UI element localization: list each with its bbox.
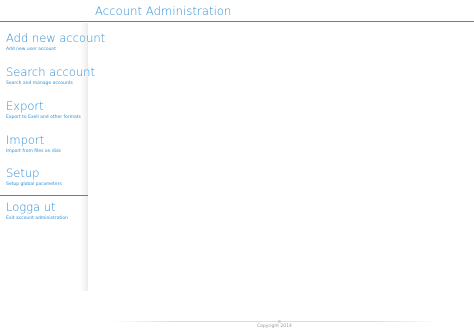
sidebar-item-label: Export bbox=[6, 99, 44, 113]
header-bar: Account Administration bbox=[0, 0, 474, 22]
page: Account Administration Add new account A… bbox=[0, 0, 474, 333]
sidebar-item-search-account[interactable]: Search account Search and manage account… bbox=[0, 65, 95, 99]
sidebar-item-description: Setup global parameters bbox=[6, 182, 62, 187]
copyright-text: Copyright 2014 bbox=[257, 324, 292, 329]
sidebar-item-label: Setup bbox=[6, 166, 40, 180]
sidebar-item-description: Search and manage accounts bbox=[6, 81, 73, 86]
sidebar-item-export[interactable]: Export Export to Exell and other formats bbox=[0, 99, 88, 133]
sidebar-item-description: Import from files on disk bbox=[6, 149, 61, 154]
sidebar-item-import[interactable]: Import Import from files on disk bbox=[0, 133, 88, 167]
sidebar-item-add-new-account[interactable]: Add new account Add new user account bbox=[0, 31, 105, 65]
sidebar-item-label: Import bbox=[6, 133, 45, 147]
sidebar-item-label: Search account bbox=[6, 65, 95, 79]
sidebar-item-description: Add new user account bbox=[6, 47, 57, 52]
page-title: Account Administration bbox=[95, 4, 232, 18]
sidebar-item-logout[interactable]: Logga ut Exit account administration bbox=[0, 200, 88, 234]
sidebar-item-label: Add new account bbox=[6, 31, 106, 45]
footer-divider-dot bbox=[278, 320, 281, 323]
footer-divider bbox=[110, 321, 440, 322]
sidebar-item-description: Export to Exell and other formats bbox=[6, 115, 81, 120]
sidebar: Add new account Add new user account Sea… bbox=[0, 23, 105, 291]
sidebar-item-setup[interactable]: Setup Setup global parameters bbox=[0, 166, 88, 196]
sidebar-item-description: Exit account administration bbox=[6, 216, 68, 221]
sidebar-item-label: Logga ut bbox=[6, 200, 56, 214]
